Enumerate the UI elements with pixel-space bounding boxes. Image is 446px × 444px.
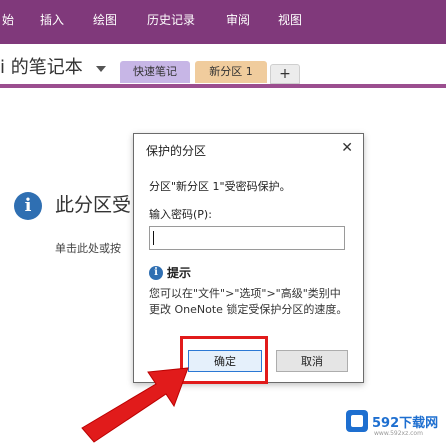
info-icon: i bbox=[14, 192, 42, 220]
tip-text: 您可以在"文件">"选项">"高级"类别中更改 OneNote 锁定受保护分区的… bbox=[149, 287, 348, 316]
text-caret bbox=[153, 231, 154, 245]
unlock-hint[interactable]: 单击此处或按 bbox=[55, 242, 133, 256]
tip-info-icon: i bbox=[149, 266, 163, 280]
notebook-title[interactable]: i 的笔记本 bbox=[0, 57, 83, 79]
cancel-button[interactable]: 取消 bbox=[276, 350, 348, 372]
tab-review[interactable]: 审阅 bbox=[226, 12, 250, 28]
close-icon[interactable]: ✕ bbox=[341, 140, 353, 156]
watermark-sub: www.592xz.com bbox=[374, 430, 423, 437]
section-tab-quick-notes[interactable]: 快速笔记 bbox=[120, 61, 190, 83]
chevron-down-icon[interactable] bbox=[96, 66, 106, 72]
tab-insert[interactable]: 插入 bbox=[40, 12, 64, 28]
tab-draw[interactable]: 绘图 bbox=[93, 12, 117, 28]
tip-label: 提示 bbox=[167, 266, 192, 280]
watermark-logo-icon bbox=[346, 410, 368, 432]
pointer-arrow-icon bbox=[81, 367, 189, 443]
password-label: 输入密码(P): bbox=[149, 208, 212, 221]
dialog-title: 保护的分区 bbox=[146, 144, 207, 158]
section-tab-new-section[interactable]: 新分区 1 bbox=[195, 61, 267, 83]
dialog-message: 分区"新分区 1"受密码保护。 bbox=[149, 180, 291, 193]
watermark: 592下载网 www.592xz.com bbox=[344, 406, 444, 440]
protected-message: 此分区受 bbox=[55, 194, 132, 216]
add-section-button[interactable]: + bbox=[270, 64, 300, 84]
ribbon-bar: 始 插入 绘图 历史记录 审阅 视图 bbox=[0, 0, 446, 44]
tab-history[interactable]: 历史记录 bbox=[147, 12, 195, 28]
watermark-text: 592下载网 bbox=[372, 416, 439, 431]
password-field[interactable] bbox=[149, 226, 345, 250]
tab-view[interactable]: 视图 bbox=[278, 12, 302, 28]
tab-home[interactable]: 始 bbox=[2, 12, 14, 28]
